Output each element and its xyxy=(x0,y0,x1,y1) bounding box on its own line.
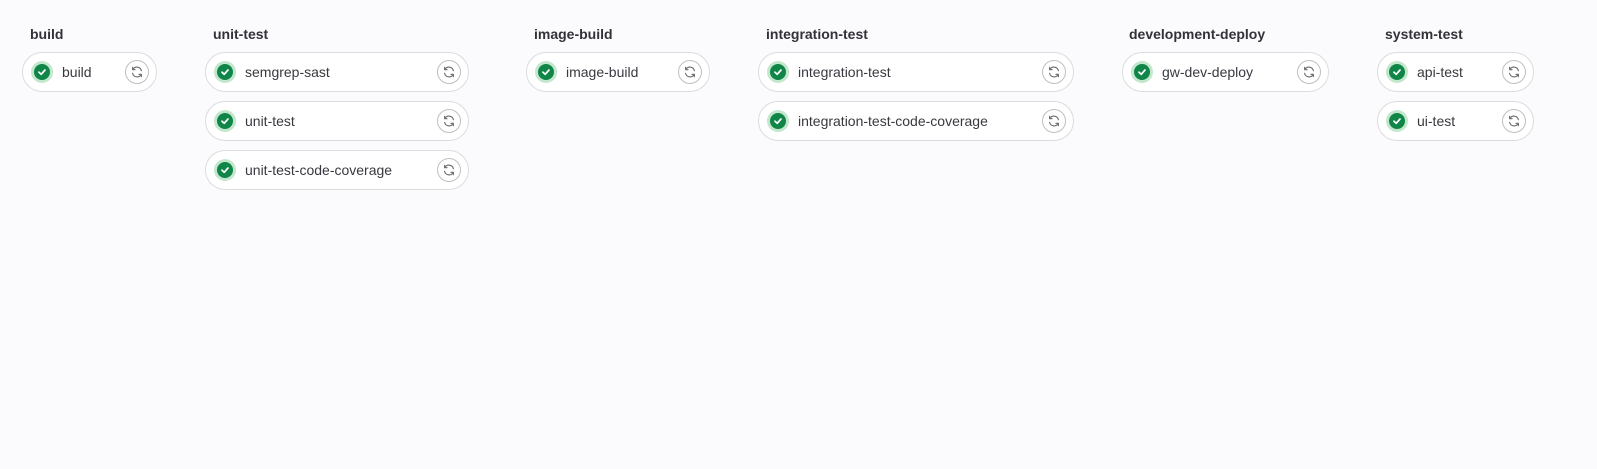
check-circle-icon xyxy=(767,61,789,83)
job-ui-test[interactable]: ui-test xyxy=(1377,101,1534,141)
check-circle-icon xyxy=(214,110,236,132)
job-name: unit-test xyxy=(245,113,295,129)
stage-title: integration-test xyxy=(766,26,868,42)
retry-icon[interactable] xyxy=(1042,60,1066,84)
stage-title: build xyxy=(30,26,64,42)
check-circle-icon xyxy=(31,61,53,83)
job-name: build xyxy=(62,64,92,80)
check-circle-icon xyxy=(767,110,789,132)
retry-icon[interactable] xyxy=(1297,60,1321,84)
check-circle-icon xyxy=(1131,61,1153,83)
stage-title: image-build xyxy=(534,26,613,42)
job-integration-test-code-coverage[interactable]: integration-test-code-coverage xyxy=(758,101,1074,141)
job-name: semgrep-sast xyxy=(245,64,330,80)
check-circle-icon xyxy=(535,61,557,83)
retry-icon[interactable] xyxy=(437,158,461,182)
retry-icon[interactable] xyxy=(437,109,461,133)
job-name: api-test xyxy=(1417,64,1463,80)
job-name: integration-test xyxy=(798,64,891,80)
retry-icon[interactable] xyxy=(125,60,149,84)
job-name: ui-test xyxy=(1417,113,1456,129)
job-integration-test[interactable]: integration-test xyxy=(758,52,1074,92)
job-gw-dev-deploy[interactable]: gw-dev-deploy xyxy=(1122,52,1329,92)
stage-title: development-deploy xyxy=(1129,26,1266,42)
retry-icon[interactable] xyxy=(1502,60,1526,84)
job-build[interactable]: build xyxy=(22,52,157,92)
stage-title: unit-test xyxy=(213,26,269,42)
check-circle-icon xyxy=(214,159,236,181)
stage-title: system-test xyxy=(1385,26,1463,42)
job-unit-test-code-coverage[interactable]: unit-test-code-coverage xyxy=(205,150,469,190)
check-circle-icon xyxy=(1386,110,1408,132)
retry-icon[interactable] xyxy=(1042,109,1066,133)
retry-icon[interactable] xyxy=(1502,109,1526,133)
job-name: integration-test-code-coverage xyxy=(798,113,988,129)
job-api-test[interactable]: api-test xyxy=(1377,52,1534,92)
job-name: gw-dev-deploy xyxy=(1162,64,1254,80)
check-circle-icon xyxy=(214,61,236,83)
job-name: image-build xyxy=(566,64,639,80)
job-semgrep-sast[interactable]: semgrep-sast xyxy=(205,52,469,92)
job-name: unit-test-code-coverage xyxy=(245,162,393,178)
check-circle-icon xyxy=(1386,61,1408,83)
retry-icon[interactable] xyxy=(678,60,702,84)
job-unit-test[interactable]: unit-test xyxy=(205,101,469,141)
retry-icon[interactable] xyxy=(437,60,461,84)
job-image-build[interactable]: image-build xyxy=(526,52,710,92)
